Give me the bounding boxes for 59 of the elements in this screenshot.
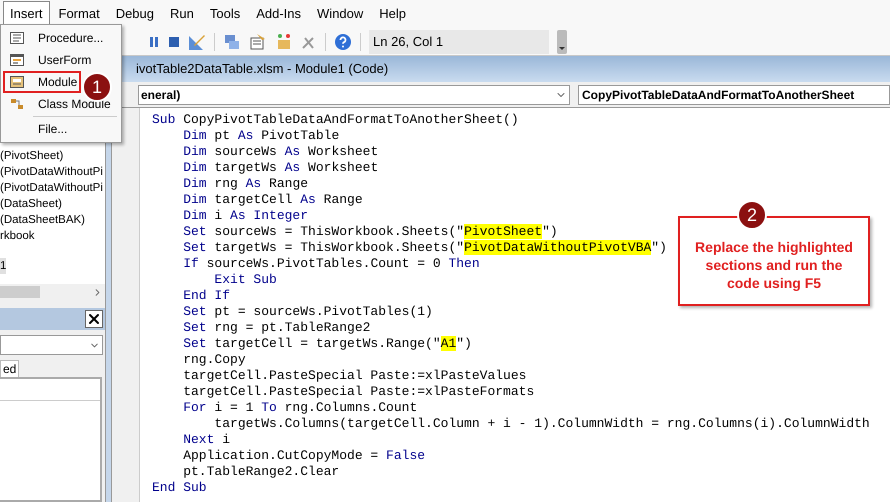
menu-item[interactable]: Tools — [202, 1, 248, 27]
window-title: ivotTable2DataTable.xlsm - Module1 (Code) — [136, 60, 388, 78]
tree-item[interactable]: (DataSheet) — [0, 196, 62, 212]
help-icon[interactable] — [334, 32, 352, 50]
tree-item[interactable]: (PivotDataWithoutPi — [0, 180, 103, 196]
code-line: Dim pt As PivotTable — [182, 128, 340, 144]
procedure-dropdown[interactable]: CopyPivotTableDataAndFormatToAnotherSheet — [578, 84, 890, 104]
stop-icon[interactable] — [168, 36, 180, 48]
box-icon[interactable] — [275, 32, 293, 50]
code-line: Dim targetWs As Worksheet — [182, 160, 378, 176]
toolbar-dropdown-icon[interactable] — [557, 30, 567, 54]
menu-item[interactable]: Add-Ins — [249, 1, 308, 27]
code-line: Exit Sub — [213, 272, 277, 288]
object-dropdown[interactable]: eneral) — [138, 84, 570, 104]
ruler-triangle-icon[interactable] — [188, 32, 206, 50]
procedure-icon — [10, 32, 24, 44]
tree-item[interactable]: (PivotDataWithoutPi — [0, 164, 103, 180]
menu-item[interactable]: Run — [163, 1, 201, 27]
code-line: Application.CutCopyMode = False — [182, 448, 426, 464]
code-line: targetWs.Columns(targetCell.Column + i - 1).ColumnWidth = rng.Columns(i).ColumnWidth — [213, 416, 870, 432]
form-icon — [10, 54, 24, 66]
menu-option[interactable]: File... — [3, 118, 70, 140]
menu-item[interactable]: Window — [310, 1, 370, 27]
menu-option[interactable]: Module — [3, 71, 81, 93]
menu-item[interactable]: Help — [372, 1, 414, 27]
class-icon — [10, 98, 24, 110]
code-line: Set pt = sourceWs.PivotTables(1) — [182, 304, 433, 320]
tree-item[interactable]: (PivotSheet) — [0, 148, 64, 164]
menu-item[interactable]: Format — [52, 1, 107, 27]
cursor-position-field: Ln 26, Col 1 — [369, 30, 549, 54]
tree-item[interactable]: rkbook — [0, 228, 35, 244]
explorer-icon[interactable] — [223, 32, 241, 50]
code-line: pt.TableRange2.Clear — [182, 464, 340, 480]
code-line: Next i — [182, 432, 230, 448]
module-icon — [10, 76, 24, 88]
tree-item[interactable]: (DataSheetBAK) — [0, 212, 86, 228]
code-line: rng.Copy — [182, 352, 246, 368]
code-line: Set sourceWs = ThisWorkbook.Sheets("PivotSheet") — [182, 224, 558, 240]
code-line: Dim rng As Range — [182, 176, 308, 192]
code-line: End If — [182, 288, 230, 304]
code-line: Dim i As Integer — [182, 208, 308, 224]
code-line: targetCell.PasteSpecial Paste:=xlPasteFormats — [182, 384, 534, 400]
code-line: Sub CopyPivotTableDataAndFormatToAnotherSheet() — [152, 112, 519, 128]
code-line: For i = 1 To rng.Columns.Count — [182, 400, 418, 416]
code-line: If sourceWs.PivotTables.Count = 0 Then — [182, 256, 480, 272]
code-line: Dim targetCell As Range — [182, 192, 363, 208]
close-icon[interactable] — [85, 310, 103, 328]
menu-item[interactable]: Debug — [108, 1, 161, 27]
code-line: Dim sourceWs As Worksheet — [182, 144, 378, 160]
menu-option[interactable]: Procedure... — [3, 27, 106, 49]
menu-option[interactable]: UserForm — [3, 49, 94, 71]
code-line: End Sub — [152, 480, 207, 496]
code-line: targetCell.PasteSpecial Paste:=xlPasteValues — [182, 368, 526, 384]
code-line: Set rng = pt.TableRange2 — [182, 320, 370, 336]
pause-icon[interactable] — [148, 36, 160, 48]
tree-item[interactable]: 1 — [0, 258, 6, 274]
object-select[interactable] — [0, 335, 103, 355]
properties-tab[interactable]: ed — [0, 360, 20, 377]
properties-icon[interactable] — [249, 32, 267, 50]
